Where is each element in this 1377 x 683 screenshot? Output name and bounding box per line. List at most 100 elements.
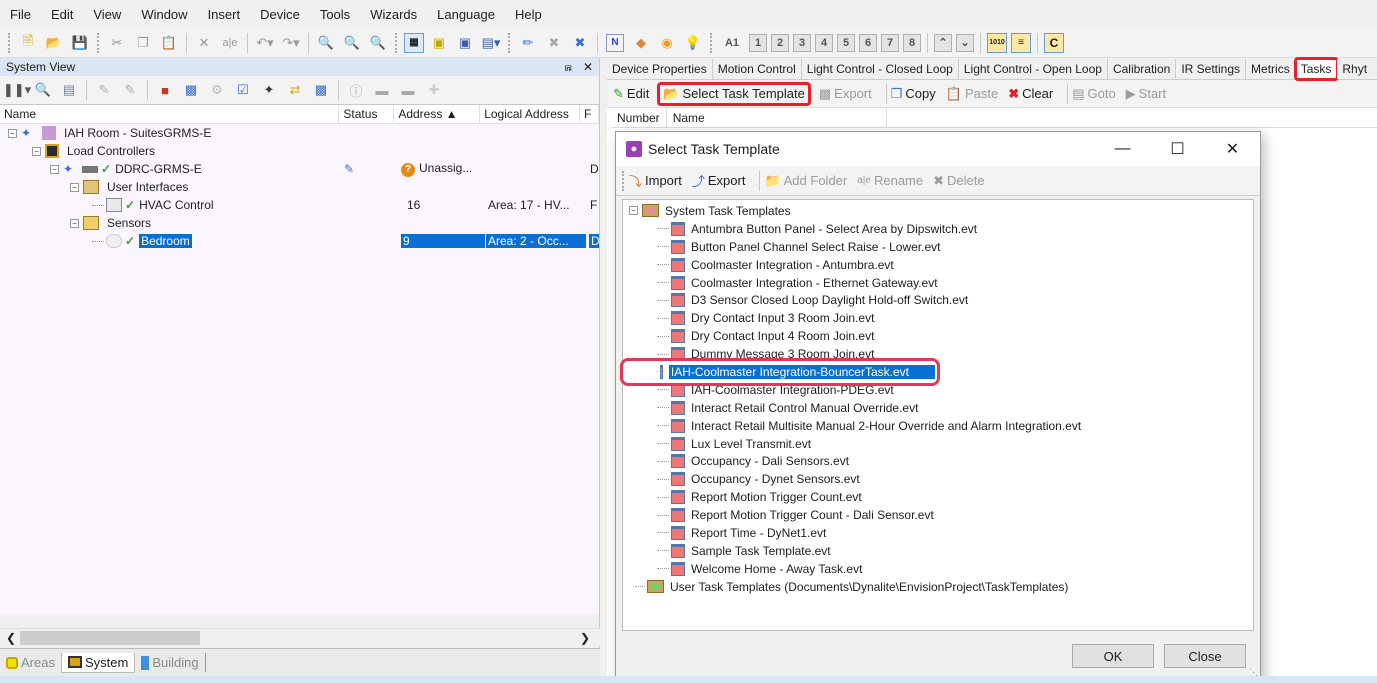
paste-icon[interactable]: 📋 xyxy=(160,34,178,52)
pin-icon[interactable]: ⩎ xyxy=(565,60,572,74)
tree-row[interactable]: − User Interfaces xyxy=(0,178,599,196)
template-item[interactable]: Interact Retail Control Manual Override.… xyxy=(623,399,1253,417)
paste-button[interactable]: 📋 Paste xyxy=(946,86,998,102)
start-button[interactable]: ▶ Start xyxy=(1126,86,1166,102)
rename-icon[interactable]: a|e xyxy=(221,34,239,52)
wand-icon[interactable]: ✦ xyxy=(260,81,278,99)
template-item[interactable]: Occupancy - Dali Sensors.evt xyxy=(623,452,1253,470)
tab-rhythm[interactable]: Rhyt xyxy=(1337,59,1368,79)
channel-button-2[interactable]: 2 xyxy=(771,33,789,52)
template-item[interactable]: Report Motion Trigger Count.evt xyxy=(623,488,1253,506)
column-number[interactable]: Number xyxy=(611,108,667,127)
info-icon[interactable]: ⓘ xyxy=(347,81,365,99)
tag-icon[interactable]: ◆ xyxy=(632,34,650,52)
column-f[interactable]: F xyxy=(580,105,599,123)
maximize-button[interactable]: ☐ xyxy=(1150,132,1205,166)
tab-areas[interactable]: Areas xyxy=(0,653,61,672)
c-button[interactable]: C xyxy=(1044,32,1064,53)
collapse-icon[interactable]: − xyxy=(629,206,638,216)
template-item[interactable]: Button Panel Channel Select Raise - Lowe… xyxy=(623,238,1253,256)
menu-file[interactable]: File xyxy=(10,7,31,22)
clear-button[interactable]: ✖ Clear xyxy=(1008,86,1053,102)
stamp-icon[interactable]: ▬ xyxy=(373,81,391,99)
collapse-icon[interactable]: − xyxy=(32,146,41,156)
copy-icon[interactable]: ❐ xyxy=(134,34,152,52)
template-item[interactable]: Report Motion Trigger Count - Dali Senso… xyxy=(623,506,1253,524)
undo-icon[interactable]: ↶▾ xyxy=(256,34,274,52)
menu-edit[interactable]: Edit xyxy=(51,7,73,22)
find-previous-icon[interactable]: 🔍 xyxy=(369,34,387,52)
menu-tools[interactable]: Tools xyxy=(320,7,350,22)
template-item[interactable]: Occupancy - Dynet Sensors.evt xyxy=(623,470,1253,488)
list-indent-icon[interactable]: ≡ xyxy=(1011,32,1031,53)
layout-window-icon[interactable]: ▣ xyxy=(456,34,474,52)
collapse-icon[interactable]: − xyxy=(70,218,79,228)
template-item[interactable]: Report Time - DyNet1.evt xyxy=(623,524,1253,542)
address-icon[interactable]: ▩ xyxy=(182,81,200,99)
toolbar-grip[interactable] xyxy=(8,32,11,53)
scroll-right-icon[interactable]: ❯ xyxy=(580,631,590,645)
tree-row[interactable]: − ✦ IAH Room - SuitesGRMS-E xyxy=(0,124,599,142)
columns-icon[interactable]: ❚❚▾ xyxy=(3,81,31,99)
template-item[interactable]: Dry Contact Input 3 Room Join.evt xyxy=(623,309,1253,327)
template-item[interactable]: Antumbra Button Panel - Select Area by D… xyxy=(623,220,1253,238)
find-icon[interactable]: 🔍 xyxy=(34,81,52,99)
save-icon[interactable]: 💾 xyxy=(71,34,89,52)
ok-button[interactable]: OK xyxy=(1072,644,1154,668)
close-dialog-button[interactable]: Close xyxy=(1164,644,1246,668)
delete-button[interactable]: ✖ Delete xyxy=(933,173,984,189)
menu-language[interactable]: Language xyxy=(437,7,495,22)
template-item[interactable]: Coolmaster Integration - Ethernet Gatewa… xyxy=(623,274,1253,292)
view-calendar-icon[interactable]: ▦ xyxy=(404,32,424,53)
binary-icon[interactable]: 1010 xyxy=(987,32,1007,53)
import-button[interactable]: ⤵ Import xyxy=(629,171,682,190)
edit-status-icon[interactable]: ✎ xyxy=(344,162,354,176)
folder-row-system[interactable]: − System Task Templates xyxy=(623,202,1253,220)
column-name[interactable]: Name xyxy=(667,108,887,127)
close-pane-icon[interactable]: ✕ xyxy=(583,60,593,74)
tab-light-control-closed-loop[interactable]: Light Control - Closed Loop xyxy=(801,59,959,79)
channel-button-8[interactable]: 8 xyxy=(903,33,921,52)
open-folder-icon[interactable]: 📂 xyxy=(45,34,63,52)
tools-disabled-icon[interactable]: ✖ xyxy=(545,34,563,52)
goto-button[interactable]: ▤ Goto xyxy=(1072,86,1115,102)
a1-label[interactable]: A1 xyxy=(721,34,743,52)
edit-disabled-icon-2[interactable]: ✎ xyxy=(121,81,139,99)
template-item[interactable]: Welcome Home - Away Task.evt xyxy=(623,560,1253,578)
split-view-icon[interactable]: ▤▾ xyxy=(482,34,501,52)
edit-button[interactable]: ✎ Edit xyxy=(613,86,649,102)
tab-calibration[interactable]: Calibration xyxy=(1107,59,1177,79)
cut-icon[interactable]: ✂ xyxy=(108,34,126,52)
tab-system[interactable]: System xyxy=(60,652,136,673)
redo-icon[interactable]: ↷▾ xyxy=(282,34,300,52)
rename-button[interactable]: a|e Rename xyxy=(857,173,923,188)
layout-yellow-icon[interactable]: ▣ xyxy=(430,34,448,52)
tab-building[interactable]: Building xyxy=(135,653,206,672)
report-icon[interactable]: ▤ xyxy=(60,81,78,99)
channel-button-4[interactable]: 4 xyxy=(815,33,833,52)
menu-view[interactable]: View xyxy=(93,7,121,22)
copy-button[interactable]: ❐ Copy xyxy=(891,86,936,102)
tree-row[interactable]: ✓ Bedroom 9 Area: 2 - Occ... D xyxy=(0,232,599,250)
add-folder-button[interactable]: 📁 Add Folder xyxy=(764,173,847,189)
select-task-template-button[interactable]: 📂 Select Task Template xyxy=(657,81,811,106)
tab-device-properties[interactable]: Device Properties xyxy=(607,59,713,79)
template-item[interactable]: D3 Sensor Closed Loop Daylight Hold-off … xyxy=(623,291,1253,309)
column-name[interactable]: Name xyxy=(0,105,340,123)
menu-device[interactable]: Device xyxy=(260,7,300,22)
template-item[interactable]: Interact Retail Multisite Manual 2-Hour … xyxy=(623,417,1253,435)
menu-help[interactable]: Help xyxy=(515,7,542,22)
chevron-up-icon[interactable]: ⌃ xyxy=(934,33,952,52)
lightbulb-icon[interactable]: 💡 xyxy=(684,34,702,52)
tree-row[interactable]: − Sensors xyxy=(0,214,599,232)
tree-row[interactable]: − Load Controllers xyxy=(0,142,599,160)
numbering-icon[interactable]: ▩ xyxy=(312,81,330,99)
template-item[interactable]: Coolmaster Integration - Antumbra.evt xyxy=(623,256,1253,274)
tools-icon[interactable]: ✖ xyxy=(571,34,589,52)
collapse-icon[interactable]: − xyxy=(70,182,79,192)
stamp-icon-2[interactable]: ▬ xyxy=(399,81,417,99)
column-status[interactable]: Status xyxy=(339,105,395,123)
channel-button-7[interactable]: 7 xyxy=(881,33,899,52)
pen-icon[interactable]: ✏ xyxy=(519,34,537,52)
new-file-icon[interactable]: 🗎 xyxy=(19,33,37,52)
